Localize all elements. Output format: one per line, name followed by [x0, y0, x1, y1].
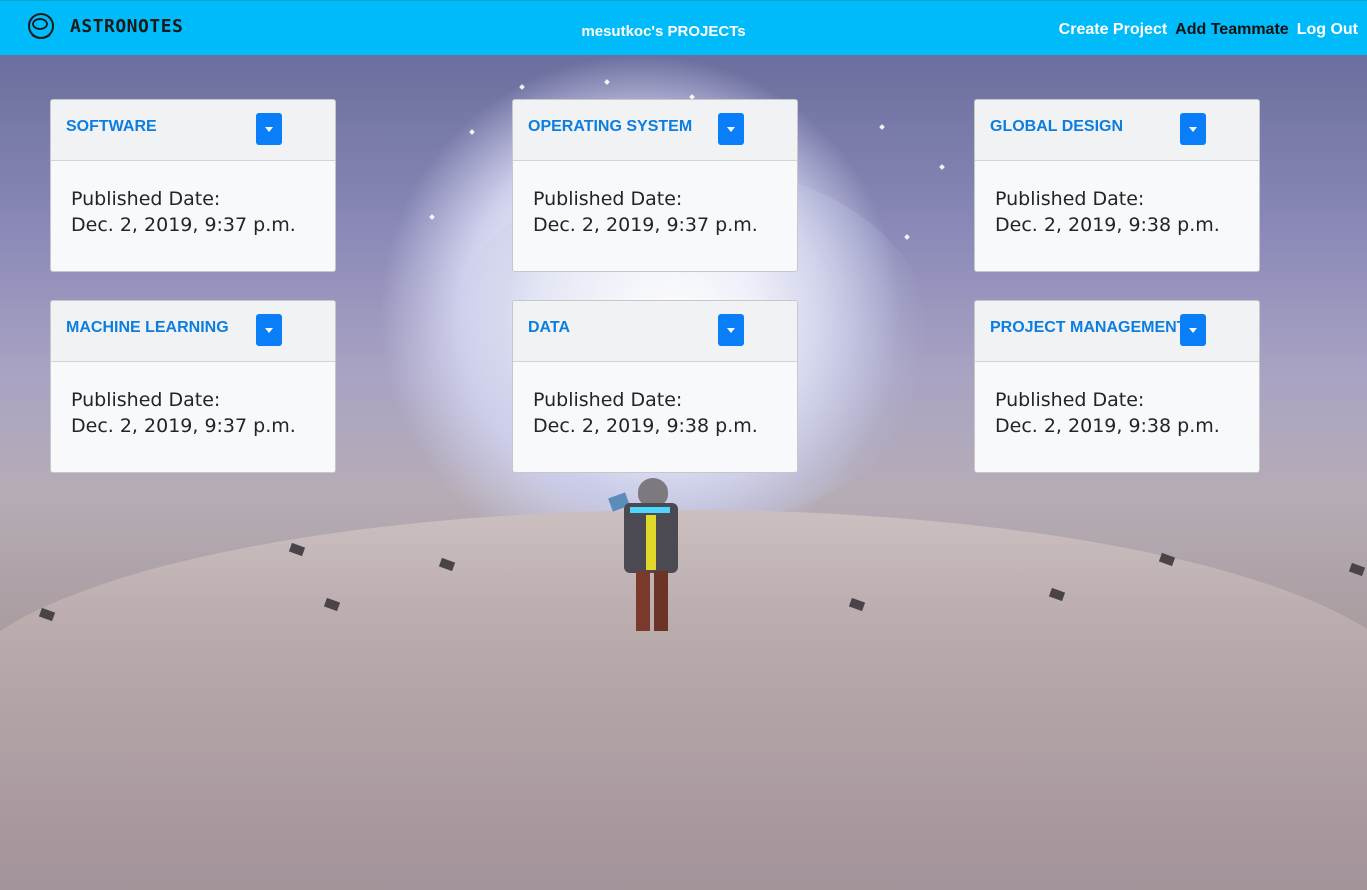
- caret-down-icon: [727, 126, 735, 132]
- published-date-value: Dec. 2, 2019, 9:38 p.m.: [995, 214, 1220, 236]
- project-card: SOFTWARE Published Date: Dec. 2, 2019, 9…: [50, 99, 336, 272]
- caret-down-icon: [727, 327, 735, 333]
- published-date-label: Published Date:: [533, 389, 683, 411]
- project-dropdown-button[interactable]: [718, 314, 744, 346]
- project-title[interactable]: GLOBAL DESIGN: [990, 118, 1123, 136]
- project-card: MACHINE LEARNING Published Date: Dec. 2,…: [50, 300, 336, 473]
- published-date-value: Dec. 2, 2019, 9:37 p.m.: [71, 415, 296, 437]
- navbar: ASTRONOTES mesutkoc's PROJECTs Create Pr…: [0, 0, 1367, 55]
- nav-links: Create Project Add Teammate Log Out: [1059, 21, 1358, 39]
- star: [939, 164, 945, 170]
- caret-down-icon: [265, 126, 273, 132]
- card-header: OPERATING SYSTEM: [513, 100, 797, 161]
- caret-down-icon: [265, 327, 273, 333]
- published-date-label: Published Date:: [71, 188, 221, 210]
- published-date-label: Published Date:: [995, 188, 1145, 210]
- card-body: Published Date: Dec. 2, 2019, 9:37 p.m.: [51, 161, 335, 238]
- card-body: Published Date: Dec. 2, 2019, 9:37 p.m.: [51, 362, 335, 439]
- card-body: Published Date: Dec. 2, 2019, 9:38 p.m.: [975, 362, 1259, 439]
- star: [879, 124, 885, 130]
- caret-down-icon: [1189, 126, 1197, 132]
- project-card: GLOBAL DESIGN Published Date: Dec. 2, 20…: [974, 99, 1260, 272]
- published-date-value: Dec. 2, 2019, 9:38 p.m.: [533, 415, 758, 437]
- project-title[interactable]: SOFTWARE: [66, 118, 157, 136]
- caret-down-icon: [1189, 327, 1197, 333]
- published-date-label: Published Date:: [533, 188, 683, 210]
- published-date-label: Published Date:: [71, 389, 221, 411]
- card-body: Published Date: Dec. 2, 2019, 9:38 p.m.: [513, 362, 797, 439]
- published-date-value: Dec. 2, 2019, 9:37 p.m.: [533, 214, 758, 236]
- create-project-link[interactable]: Create Project: [1059, 21, 1168, 39]
- card-body: Published Date: Dec. 2, 2019, 9:38 p.m.: [975, 161, 1259, 238]
- rock: [1348, 562, 1366, 577]
- published-date-label: Published Date:: [995, 389, 1145, 411]
- project-title[interactable]: DATA: [528, 319, 570, 337]
- project-title[interactable]: OPERATING SYSTEM: [528, 118, 692, 136]
- project-card: OPERATING SYSTEM Published Date: Dec. 2,…: [512, 99, 798, 272]
- card-header: DATA: [513, 301, 797, 362]
- project-card: DATA Published Date: Dec. 2, 2019, 9:38 …: [512, 300, 798, 473]
- star: [519, 84, 525, 90]
- project-title[interactable]: PROJECT MANAGEMENT: [990, 319, 1186, 337]
- project-dropdown-button[interactable]: [718, 113, 744, 145]
- published-date-value: Dec. 2, 2019, 9:38 p.m.: [995, 415, 1220, 437]
- project-dropdown-button[interactable]: [1180, 113, 1206, 145]
- star: [469, 129, 475, 135]
- star: [429, 214, 435, 220]
- published-date-value: Dec. 2, 2019, 9:37 p.m.: [71, 214, 296, 236]
- card-body: Published Date: Dec. 2, 2019, 9:37 p.m.: [513, 161, 797, 238]
- project-card: PROJECT MANAGEMENT Published Date: Dec. …: [974, 300, 1260, 473]
- project-dropdown-button[interactable]: [1180, 314, 1206, 346]
- log-out-link[interactable]: Log Out: [1297, 21, 1358, 39]
- card-header: SOFTWARE: [51, 100, 335, 161]
- card-header: GLOBAL DESIGN: [975, 100, 1259, 161]
- project-title[interactable]: MACHINE LEARNING: [66, 319, 229, 337]
- project-dropdown-button[interactable]: [256, 314, 282, 346]
- card-header: PROJECT MANAGEMENT: [975, 301, 1259, 362]
- star: [604, 79, 610, 85]
- star: [904, 234, 910, 240]
- add-teammate-link[interactable]: Add Teammate: [1175, 21, 1289, 39]
- card-header: MACHINE LEARNING: [51, 301, 335, 362]
- project-dropdown-button[interactable]: [256, 113, 282, 145]
- astronaut-figure: [608, 475, 688, 637]
